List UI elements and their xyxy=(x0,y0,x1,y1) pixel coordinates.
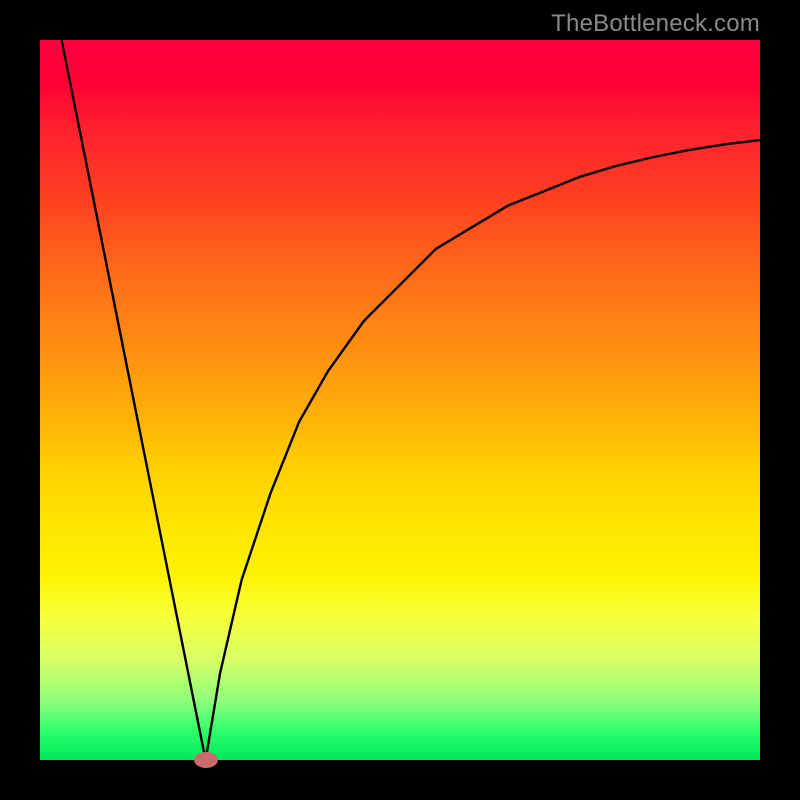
plot-area xyxy=(40,40,760,760)
attribution-text: TheBottleneck.com xyxy=(551,10,760,38)
minimum-marker xyxy=(194,752,218,768)
chart-frame: TheBottleneck.com xyxy=(0,0,800,800)
curve-path xyxy=(62,40,760,760)
data-curve xyxy=(40,40,760,760)
